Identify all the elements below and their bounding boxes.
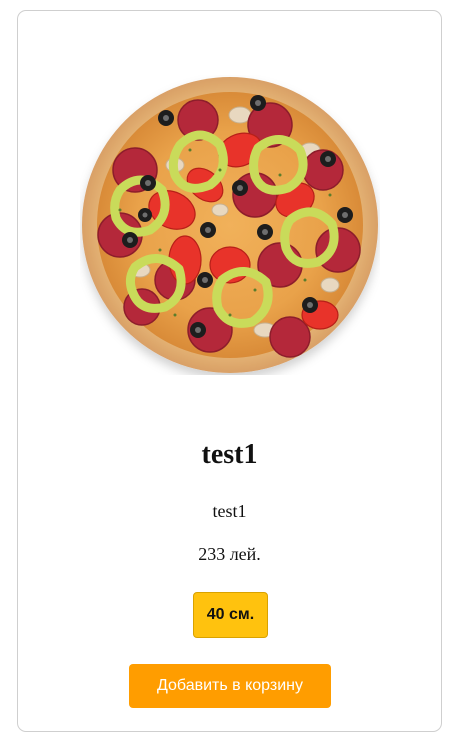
product-price: 233 лей. [198, 544, 261, 564]
product-card: test1 test1 233 лей. 40 см. Добавить в к… [17, 10, 442, 732]
add-to-cart-label: Добавить в корзину [156, 677, 303, 694]
product-description: test1 [212, 501, 247, 521]
product-title: test1 [201, 439, 258, 470]
add-to-cart-button[interactable]: Добавить в корзину [129, 664, 331, 708]
size-option-button[interactable]: 40 см. [193, 592, 268, 638]
size-option-label: 40 см. [206, 606, 255, 623]
pizza-image [80, 75, 380, 375]
